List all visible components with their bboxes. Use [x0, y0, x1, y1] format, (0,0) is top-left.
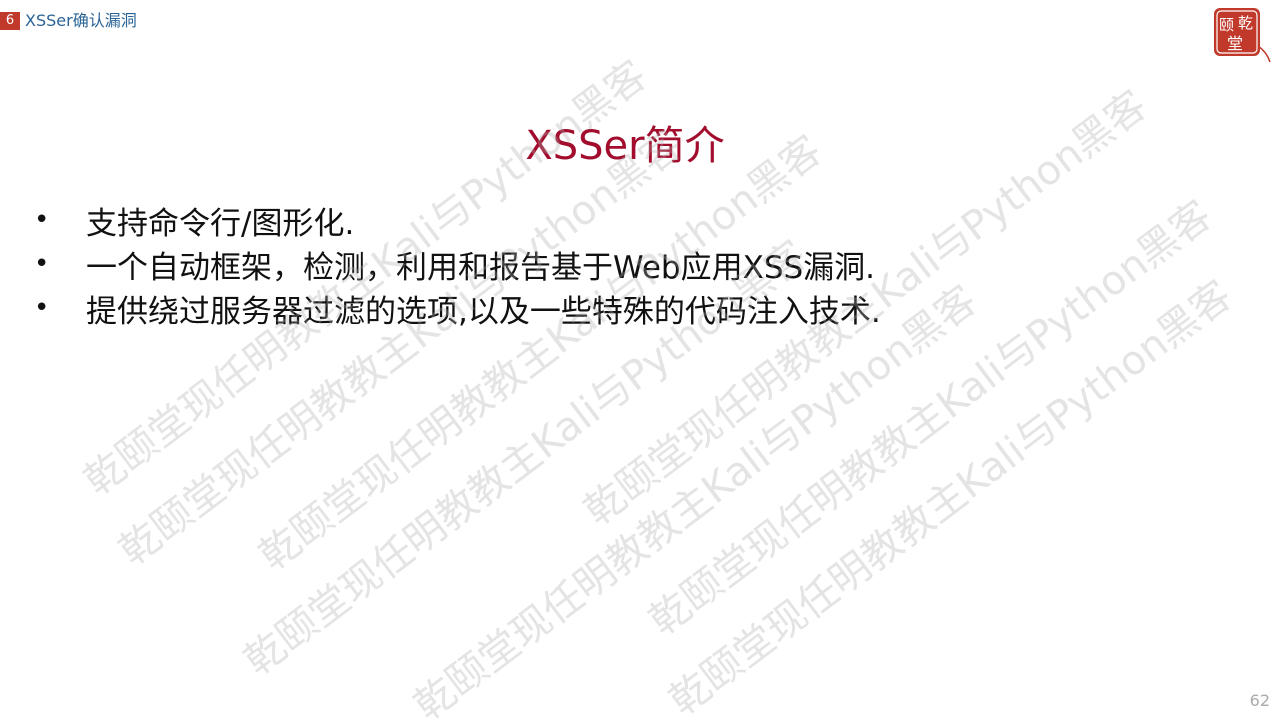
section-number: 6: [0, 12, 20, 30]
bullet-dot-icon: •: [34, 205, 50, 235]
bullet-item: • 提供绕过服务器过滤的选项,以及一些特殊的代码注入技术.: [34, 286, 881, 330]
bullet-dot-icon: •: [34, 293, 50, 323]
bullet-text: 支持命令行/图形化.: [86, 205, 355, 242]
bullet-item: • 一个自动框架，检测，利用和报告基于Web应用XSS漏洞.: [34, 242, 881, 286]
slide: 6 XSSer确认漏洞 乾 颐 堂 XSSer简介 • 支持命令行/图形化. •…: [0, 0, 1280, 720]
slide-title: XSSer简介: [525, 123, 725, 169]
bullet-item: • 支持命令行/图形化.: [34, 198, 881, 242]
watermark: 乾颐堂现任明教教主Kali与Python黑客: [406, 277, 986, 720]
logo-char-left: 颐: [1219, 16, 1234, 34]
watermark: 乾颐堂现任明教教主Kali与Python黑客: [111, 122, 691, 575]
seal-logo-icon: 乾 颐 堂: [1214, 8, 1271, 63]
logo: 乾 颐 堂: [1212, 6, 1272, 64]
bullet-dot-icon: •: [34, 249, 50, 279]
watermark: 乾颐堂现任明教教主Kali与Python黑客: [251, 127, 831, 580]
bullet-list: • 支持命令行/图形化. • 一个自动框架，检测，利用和报告基于Web应用XSS…: [34, 198, 881, 330]
bullet-text: 提供绕过服务器过滤的选项,以及一些特殊的代码注入技术.: [86, 293, 881, 330]
section-header: 6 XSSer确认漏洞: [0, 10, 137, 32]
logo-char-bottom: 堂: [1227, 34, 1243, 53]
bullet-text: 一个自动框架，检测，利用和报告基于Web应用XSS漏洞.: [86, 249, 876, 286]
logo-char-top: 乾: [1238, 14, 1253, 32]
watermark-layer: 乾颐堂现任明教教主Kali与Python黑客 乾颐堂现任明教教主Kali与Pyt…: [0, 0, 1280, 720]
section-title: XSSer确认漏洞: [25, 11, 137, 30]
page-number: 62: [1249, 691, 1270, 710]
watermark: 乾颐堂现任明教教主Kali与Python黑客: [661, 272, 1241, 720]
